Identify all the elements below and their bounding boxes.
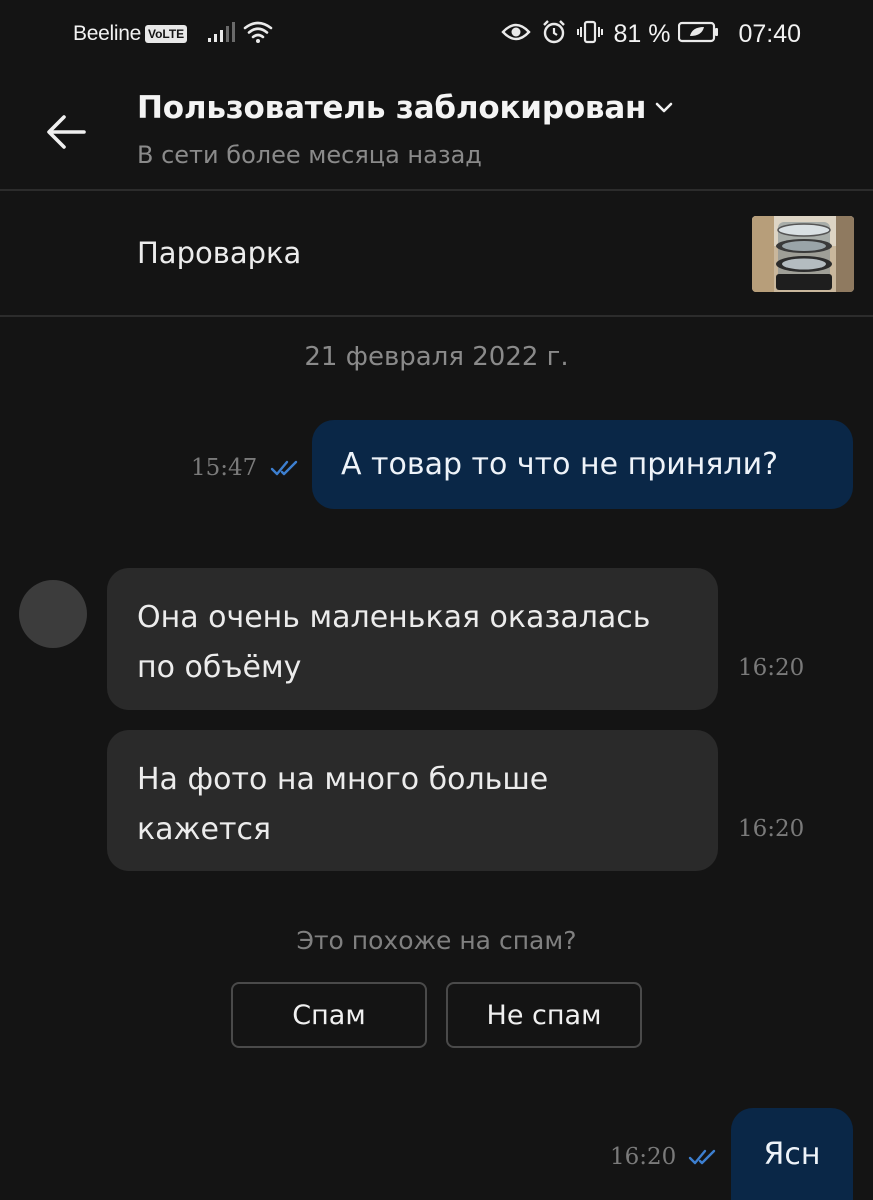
product-thumbnail[interactable]	[752, 216, 854, 292]
status-bar-right: 81 % 07:40	[501, 18, 801, 50]
not-spam-button[interactable]: Не спам	[446, 982, 642, 1048]
product-divider	[0, 315, 873, 317]
outgoing-message[interactable]: Ясн	[731, 1108, 853, 1200]
double-check-icon	[688, 1147, 720, 1171]
product-row[interactable]: Пароварка	[0, 192, 873, 316]
spam-button[interactable]: Спам	[231, 982, 427, 1048]
message-text: А товар то что не приняли?	[341, 447, 779, 482]
status-bar-left: Beeline VoLTE	[73, 18, 273, 50]
battery-percent: 81 %	[613, 19, 671, 48]
message-text: Ясн	[763, 1136, 821, 1172]
volte-badge: VoLTE	[144, 25, 188, 43]
message-text: На фото на много больше кажется	[137, 762, 549, 847]
message-text: Она очень маленькая оказалась по объёму	[137, 600, 651, 685]
eye-icon	[501, 21, 532, 47]
chevron-down-icon	[654, 100, 674, 119]
message-time: 16:20	[738, 655, 805, 681]
chat-header: Пользователь заблокирован В сети более м…	[0, 66, 873, 190]
message-time: 16:20	[738, 816, 805, 842]
incoming-message[interactable]: На фото на много больше кажется	[107, 730, 718, 871]
signal-icon	[207, 21, 236, 47]
date-separator: 21 февраля 2022 г.	[304, 342, 569, 372]
avatar[interactable]	[19, 580, 87, 648]
status-bar: Beeline VoLTE 81 % 07:40	[0, 0, 873, 66]
spam-question: Это похоже на спам?	[296, 926, 577, 955]
contact-status: В сети более месяца назад	[137, 141, 482, 169]
message-time: 16:20	[610, 1144, 677, 1170]
back-button[interactable]	[38, 104, 94, 160]
clock: 07:40	[738, 19, 801, 48]
product-name: Пароварка	[137, 236, 302, 270]
battery-saver-icon	[678, 21, 720, 47]
outgoing-message[interactable]: А товар то что не приняли?	[312, 420, 853, 509]
contact-title: Пользователь заблокирован	[137, 90, 647, 126]
incoming-message[interactable]: Она очень маленькая оказалась по объёму	[107, 568, 718, 710]
wifi-icon	[243, 20, 273, 48]
vibrate-icon	[577, 19, 604, 49]
carrier-name: Beeline	[73, 22, 141, 45]
message-time: 15:47	[191, 455, 258, 481]
double-check-icon	[270, 458, 302, 482]
alarm-icon	[541, 19, 567, 49]
header-divider	[0, 189, 873, 191]
contact-title-row[interactable]: Пользователь заблокирован	[137, 90, 674, 126]
arrow-left-icon	[47, 115, 86, 149]
